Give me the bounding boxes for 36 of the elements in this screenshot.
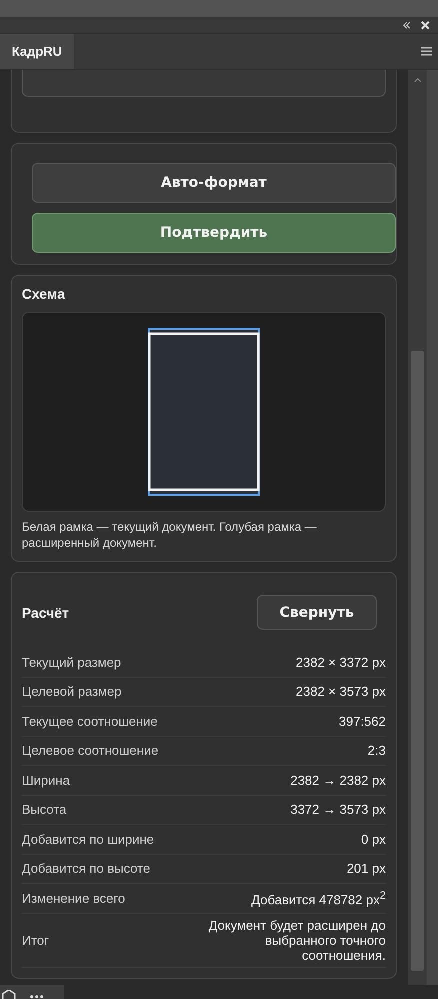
row-value: 201 px: [346, 860, 386, 878]
row-label: Высота: [22, 802, 67, 818]
row-label: Ширина: [22, 772, 70, 788]
menu-icon[interactable]: [421, 47, 432, 56]
bottom-tab[interactable]: [0, 985, 64, 999]
collapse-button[interactable]: Свернуть: [257, 595, 377, 630]
row-label: Текущий размер: [22, 654, 122, 670]
row-label: Добавится по ширине: [22, 832, 154, 847]
confirm-button[interactable]: Подтвердить: [32, 213, 396, 253]
row-value: Документ будет расширен до выбранного точного соотношения.: [208, 916, 386, 964]
row-label: Целевое соотношение: [22, 743, 159, 758]
close-icon[interactable]: [421, 20, 430, 30]
row-value: 2382 → 2382 px: [290, 772, 386, 790]
scrollbar-thumb[interactable]: [411, 351, 424, 971]
section-title: Схема: [22, 286, 66, 302]
legend-text: Белая рамка — текущий документ. Голубая рамка — расширенный документ.: [22, 519, 318, 551]
more-icon[interactable]: [30, 995, 44, 999]
row-value: Добавится 478782 px$^{2}$: [252, 889, 386, 910]
auto-format-button[interactable]: Авто-формат: [32, 163, 396, 203]
row-label: Текущее соотношение: [22, 714, 158, 729]
row-value: 3372 → 3573 px: [290, 801, 386, 820]
row-value: 2:3: [368, 742, 386, 760]
input-field[interactable]: [22, 70, 386, 97]
section-title: Расчёт: [22, 604, 70, 620]
row-value: 2382 × 3573 px: [296, 683, 386, 702]
row-value: 397:562: [339, 712, 386, 731]
home-icon[interactable]: [2, 990, 16, 999]
panel-tab[interactable]: КадрRU: [0, 34, 74, 69]
scroll-up-icon[interactable]: [414, 78, 422, 83]
row-label: Итог: [22, 932, 50, 948]
collapse-icon[interactable]: [403, 22, 411, 28]
row-label: Изменение всего: [22, 890, 126, 906]
row-value: 2382 × 3372 px: [296, 654, 386, 672]
row-label: Целевой размер: [22, 684, 122, 700]
row-value: 0 px: [361, 830, 386, 849]
row-label: Добавится по высоте: [22, 861, 150, 876]
